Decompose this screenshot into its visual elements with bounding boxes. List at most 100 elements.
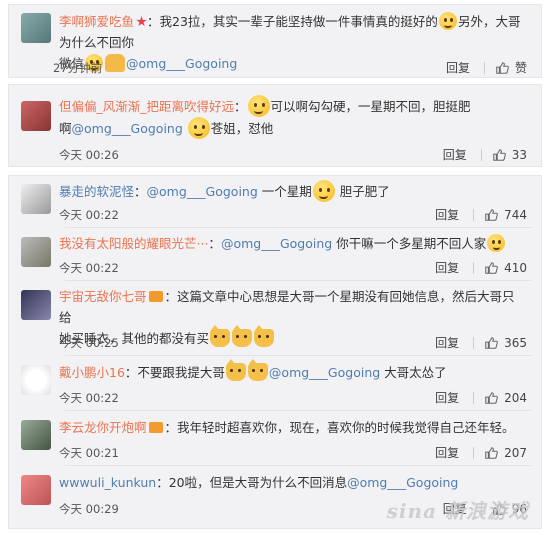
thumbs-up-icon[interactable] (484, 446, 498, 460)
comment-item: 暴走的软泥怪：@omg___Gogoing 一个星期 胆子肥了 今天 00:22… (9, 176, 541, 226)
cat-emoji (232, 325, 253, 347)
cat-emoji (247, 359, 268, 381)
divider (473, 446, 475, 459)
reply-button[interactable]: 回复 (435, 444, 459, 461)
divider (65, 465, 531, 466)
username-link[interactable]: wwwuli_kunkun (59, 475, 156, 490)
avatar[interactable] (21, 420, 51, 450)
username-link[interactable]: 李云龙你开炮啊 (59, 420, 147, 435)
comment-item: 李云龙你开炮啊 ：我年轻时超喜欢你，现在，喜欢你的时候我觉得自己还年轻。 今天 0… (9, 412, 541, 464)
smile-emoji (312, 180, 335, 202)
divider (483, 61, 485, 74)
divider (65, 227, 531, 228)
pray-hands-emoji (105, 54, 126, 72)
thumbs-up-icon[interactable] (484, 261, 498, 275)
comment-actions: 回复 33 (443, 146, 527, 163)
username-link[interactable]: 我没有太阳般的耀眼光芒··· (59, 236, 208, 251)
comment-text: 暴走的软泥怪：@omg___Gogoing 一个星期 胆子肥了 (59, 180, 527, 202)
mention-link[interactable]: @omg___Gogoing (126, 56, 237, 71)
like-count: 33 (511, 147, 527, 162)
comment-text: 但偏偏_风渐渐_把距离吹得好远： 可以啊勾勾硬，一星期不回，胆挺肥 啊@omg__… (59, 95, 527, 139)
cat-emoji (225, 359, 246, 381)
comment-item: 但偏偏_风渐渐_把距离吹得好远： 可以啊勾勾硬，一星期不回，胆挺肥 啊@omg__… (9, 85, 541, 168)
divider (480, 148, 482, 161)
avatar[interactable] (21, 475, 51, 505)
smile-emoji (487, 234, 506, 252)
avatar[interactable] (21, 184, 51, 214)
comment-time: 27分钟前 (53, 61, 103, 75)
thumbs-up-icon[interactable] (484, 336, 498, 350)
comment-text: 戴小鹏小16：不要跟我提大哥 @omg___Gogoing 大哥太怂了 (59, 359, 447, 381)
comment-time: 今天 00:22 (59, 391, 119, 405)
comment-text: 李云龙你开炮啊 ：我年轻时超喜欢你，现在，喜欢你的时候我觉得自己还年轻。 (59, 420, 515, 435)
username-link[interactable]: 李啊狮爱吃鱼 (59, 14, 134, 29)
comment-time: 今天 00:26 (59, 148, 119, 162)
comment-actions: 回复 744 (435, 206, 527, 223)
thumbs-up-icon[interactable] (484, 208, 498, 222)
mention-link[interactable]: @omg___Gogoing (221, 236, 332, 251)
comment-time: 今天 00:29 (59, 502, 119, 516)
reply-button[interactable]: 回复 (435, 206, 459, 223)
username-link[interactable]: 戴小鹏小16 (59, 365, 125, 380)
thumbs-up-icon[interactable] (492, 148, 506, 162)
reply-button[interactable]: 回复 (443, 146, 467, 163)
comment-time: 今天 00:21 (59, 446, 119, 460)
divider (473, 391, 475, 404)
avatar[interactable] (21, 365, 51, 395)
comment-time: 今天 00:25 (59, 336, 119, 350)
like-count: 410 (504, 260, 527, 275)
username-link[interactable]: 暴走的软泥怪 (59, 184, 134, 199)
thumbs-up-icon[interactable] (484, 391, 498, 405)
comment-item: 宇宙无敌你七哥 ：这篇文章中心思想是大哥一个星期没有回她信息，然后大哥只给 她买睡… (9, 282, 541, 354)
divider (65, 410, 531, 411)
like-count: 204 (504, 390, 527, 405)
vip-icon (148, 422, 163, 433)
avatar[interactable] (21, 290, 51, 320)
sina-watermark-logo: sina 新浪游戏 (386, 499, 529, 523)
comment-panel-2: 但偏偏_风渐渐_把距离吹得好远： 可以啊勾勾硬，一星期不回，胆挺肥 啊@omg__… (8, 84, 542, 167)
mention-link[interactable]: @omg___Gogoing (269, 365, 380, 380)
smile-emoji (247, 95, 270, 117)
mention-link[interactable]: @omg___Gogoing (72, 121, 183, 136)
comment-item: 李啊狮爱吃鱼 ：我23拉，其实一辈子能坚持做一件事情真的挺好的 另外，大哥为什么不回… (9, 5, 541, 79)
username-link[interactable]: 但偏偏_风渐渐_把距离吹得好远 (59, 99, 234, 114)
comment-item: 戴小鹏小16：不要跟我提大哥 @omg___Gogoing 大哥太怂了 今天 00… (9, 357, 541, 409)
reply-button[interactable]: 回复 (435, 389, 459, 406)
like-count: 赞 (514, 61, 527, 75)
divider (473, 208, 475, 221)
comment-panel-3: 暴走的软泥怪：@omg___Gogoing 一个星期 胆子肥了 今天 00:22… (8, 175, 542, 529)
comment-actions: 回复 赞 (446, 59, 527, 76)
avatar[interactable] (21, 237, 51, 267)
comment-text: wwwuli_kunkun：20啦，但是大哥为什么不回消息@omg___Gogo… (59, 475, 459, 490)
comment-text: 我没有太阳般的耀眼光芒···：@omg___Gogoing 你干嘛一个多星期不回… (59, 233, 527, 254)
reply-button[interactable]: 回复 (435, 259, 459, 276)
avatar[interactable] (21, 13, 51, 43)
mention-link[interactable]: @omg___Gogoing (147, 184, 258, 199)
avatar[interactable] (21, 101, 51, 131)
comment-actions: 回复 410 (435, 259, 527, 276)
smile-emoji (187, 117, 210, 139)
star-badge-icon (136, 16, 147, 27)
mention-link[interactable]: @omg___Gogoing (347, 475, 458, 490)
vip-icon (148, 291, 163, 302)
divider (65, 280, 531, 281)
like-count: 744 (504, 207, 527, 222)
comment-actions: 回复 204 (435, 389, 527, 406)
comment-actions: 回复 207 (435, 444, 527, 461)
thumbs-up-icon[interactable] (495, 61, 509, 75)
cat-emoji (210, 325, 231, 347)
like-count: 207 (504, 445, 527, 460)
reply-button[interactable]: 回复 (446, 59, 470, 76)
reply-button[interactable]: 回复 (435, 334, 459, 351)
comment-actions: 回复 365 (435, 334, 527, 351)
comment-panel-1: 李啊狮爱吃鱼 ：我23拉，其实一辈子能坚持做一件事情真的挺好的 另外，大哥为什么不回… (8, 4, 542, 78)
divider (473, 336, 475, 349)
comment-time: 今天 00:22 (59, 208, 119, 222)
divider (473, 261, 475, 274)
username-link[interactable]: 宇宙无敌你七哥 (59, 289, 147, 304)
comment-item: 我没有太阳般的耀眼光芒···：@omg___Gogoing 你干嘛一个多星期不回… (9, 229, 541, 279)
comment-time: 今天 00:22 (59, 261, 119, 275)
divider (65, 355, 531, 356)
smile-emoji (438, 12, 457, 30)
cat-emoji (254, 325, 275, 347)
